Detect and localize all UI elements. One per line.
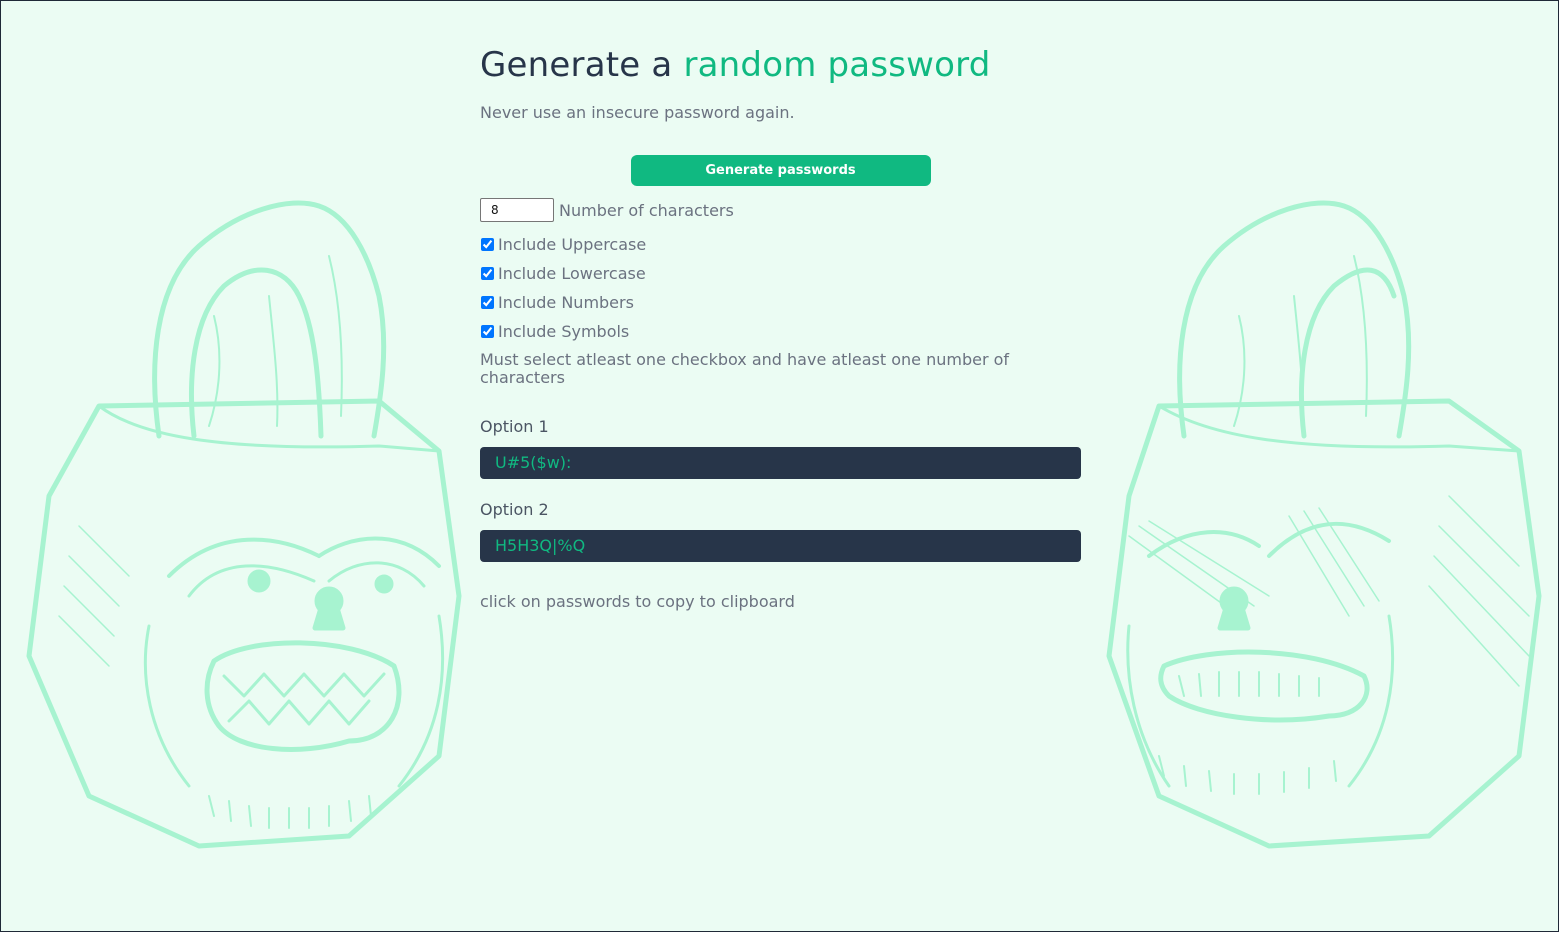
validation-message: Must select atleast one checkbox and hav… xyxy=(480,350,1010,387)
option-2-label: Option 2 xyxy=(480,500,549,519)
uppercase-checkbox[interactable] xyxy=(481,238,494,251)
generate-passwords-button[interactable]: Generate passwords xyxy=(630,155,931,186)
padlock-face-icon xyxy=(26,200,462,849)
length-row: Number of characters xyxy=(480,198,1081,222)
title-accent: random password xyxy=(683,45,991,85)
lowercase-label: Include Lowercase xyxy=(498,264,646,283)
lowercase-checkbox[interactable] xyxy=(481,267,494,280)
copy-hint: click on passwords to copy to clipboard xyxy=(480,592,795,611)
page-subtitle: Never use an insecure password again. xyxy=(480,103,795,122)
title-prefix: Generate a xyxy=(480,45,673,85)
character-count-input[interactable] xyxy=(480,198,554,222)
numbers-label: Include Numbers xyxy=(498,293,634,312)
symbols-option[interactable]: Include Symbols xyxy=(480,317,1081,346)
character-count-label: Number of characters xyxy=(559,200,734,220)
page-title: Generate a random password xyxy=(480,41,1081,89)
option-1-label: Option 1 xyxy=(480,417,549,436)
lowercase-option[interactable]: Include Lowercase xyxy=(480,259,1081,288)
left-padlock-illustration xyxy=(19,196,539,856)
right-padlock-illustration xyxy=(1089,196,1559,856)
password-option-2[interactable]: H5H3Q|%Q xyxy=(480,530,1081,562)
uppercase-label: Include Uppercase xyxy=(498,235,647,254)
numbers-checkbox[interactable] xyxy=(481,296,494,309)
symbols-label: Include Symbols xyxy=(498,322,630,341)
checkbox-group: Include Uppercase Include Lowercase Incl… xyxy=(480,230,1081,346)
uppercase-option[interactable]: Include Uppercase xyxy=(480,230,1081,259)
symbols-checkbox[interactable] xyxy=(481,325,494,338)
password-generator-panel: Generate a random password Never use an … xyxy=(480,41,1081,611)
padlock-face-icon xyxy=(1106,200,1542,849)
password-option-1[interactable]: U#5($w): xyxy=(480,447,1081,479)
numbers-option[interactable]: Include Numbers xyxy=(480,288,1081,317)
